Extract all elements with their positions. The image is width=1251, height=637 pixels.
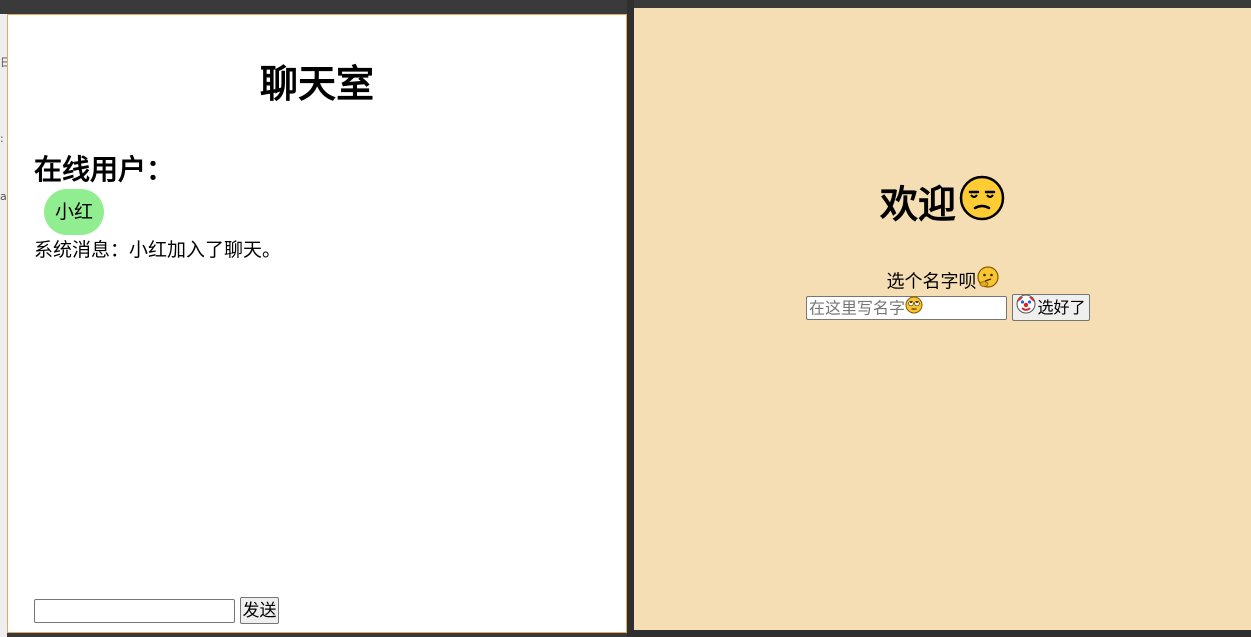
background-glyph: a (0, 190, 7, 203)
unamused-face-icon (959, 175, 1005, 233)
chat-room-title: 聊天室 (259, 62, 374, 106)
background-glyph: : (0, 132, 4, 145)
thinking-face-icon (976, 266, 999, 295)
name-prompt-text: 选个名字呗 (886, 271, 977, 293)
name-prompt: 选个名字呗 (634, 266, 1251, 297)
chat-room-window: 聊天室 在线用户： 小红 系统消息：小红加入了聊天。 发送 (7, 14, 627, 633)
window-divider (627, 0, 634, 637)
name-input-container: 在这里写名字 (806, 296, 1010, 320)
window-bottom-strip (634, 630, 1251, 637)
choose-name-label: 选好了 (1037, 298, 1086, 317)
choose-name-button[interactable]: 选好了 (1012, 294, 1090, 321)
welcome-heading-text: 欢迎 (879, 182, 956, 227)
clown-face-icon (1016, 294, 1036, 321)
online-user-badge[interactable]: 小红 (44, 189, 104, 235)
message-input[interactable] (34, 599, 235, 623)
welcome-heading: 欢迎 (634, 175, 1251, 236)
system-message: 系统消息：小红加入了聊天。 (34, 239, 282, 261)
send-button[interactable]: 发送 (240, 597, 279, 624)
welcome-window: 欢迎 选个名字呗 在这里写名字 选好了 (634, 8, 1251, 630)
background-window-edge: 日 : a (0, 14, 11, 637)
online-users-heading: 在线用户： (34, 153, 175, 186)
name-input[interactable] (807, 297, 1010, 319)
